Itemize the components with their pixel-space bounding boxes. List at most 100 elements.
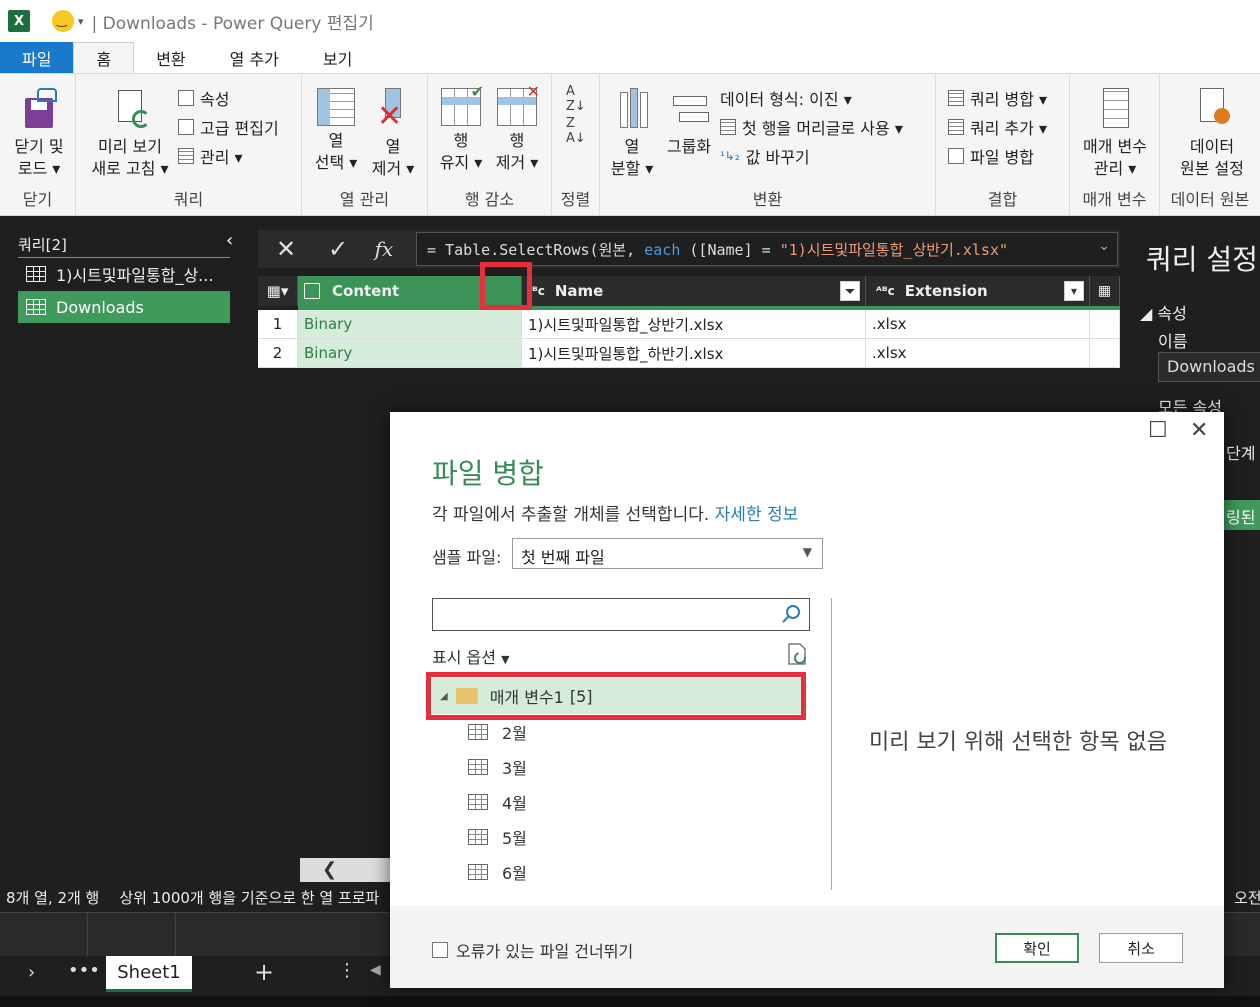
tab-transform[interactable]: 변환 — [134, 42, 207, 73]
column-header-name[interactable]: ᴮc Name ⏷ — [522, 276, 866, 306]
query-item-downloads[interactable]: Downloads — [18, 291, 230, 323]
remove-rows-icon: ✕ — [497, 82, 540, 126]
cell-extension[interactable]: .xlsx — [866, 310, 1090, 339]
sort-ascending-icon[interactable]: A Z↓ — [566, 84, 586, 114]
sheet-options-icon[interactable]: ⋮ — [338, 960, 356, 981]
queries-header: 쿼리[2] — [18, 234, 230, 258]
horizontal-scrollbar[interactable]: ❮ — [300, 858, 390, 882]
next-sheet-icon[interactable]: › — [28, 962, 35, 983]
append-queries-button[interactable]: 쿼리 추가 ▾ — [948, 115, 1047, 139]
replace-values-icon: ¹↳₂ — [720, 149, 740, 163]
cell-name[interactable]: 1)시트및파일통합_하반기.xlsx — [522, 339, 866, 368]
split-column-label: 열 — [624, 137, 640, 156]
row-number: 2 — [258, 339, 298, 368]
tree-item-sheet[interactable]: 2월 — [468, 717, 527, 747]
add-sheet-icon[interactable]: + — [254, 958, 274, 986]
tree-item-sheet[interactable]: 6월 — [468, 857, 527, 887]
use-first-row-headers-button[interactable]: 첫 행을 머리글로 사용 ▾ — [720, 115, 903, 139]
tree-item-sheet[interactable]: 5월 — [468, 822, 527, 852]
feedback-smiley-icon[interactable] — [52, 10, 74, 32]
formula-prefix: = Table.SelectRows(원본, — [427, 241, 645, 259]
fx-icon[interactable]: fx — [366, 234, 402, 264]
cell-extension[interactable]: .xlsx — [866, 339, 1090, 368]
properties-button[interactable]: 속성 — [178, 86, 229, 110]
formula-input[interactable]: = Table.SelectRows(원본, each ([Name] = "1… — [416, 232, 1118, 266]
scroll-left-icon[interactable]: ❮ — [322, 859, 337, 880]
group-reduce-rows: ✔ 행 유지 ▾ ✕ 행 제거 ▾ 행 감소 — [428, 74, 552, 216]
tree-item-sheet[interactable]: 3월 — [468, 752, 527, 782]
cell-name[interactable]: 1)시트및파일통합_상반기.xlsx — [522, 310, 866, 339]
merge-queries-button[interactable]: 쿼리 병합 ▾ — [948, 86, 1047, 110]
cancel-button[interactable]: 취소 — [1099, 933, 1183, 963]
applied-step-item[interactable]: 링된 — [1224, 500, 1260, 530]
data-type-button[interactable]: 데이터 형식: 이진 ▾ — [720, 86, 852, 110]
tab-view[interactable]: 보기 — [301, 42, 374, 73]
search-input[interactable] — [432, 598, 810, 631]
sheet-tab-sheet1[interactable]: Sheet1 — [106, 956, 192, 992]
tab-file[interactable]: 파일 — [0, 42, 74, 73]
more-sheets-icon[interactable]: ••• — [68, 960, 100, 981]
refresh-preview-button[interactable]: 미리 보기 새로 고침 ▾ — [82, 88, 178, 180]
keep-rows-button[interactable]: ✔ 행 유지 ▾ — [434, 82, 488, 174]
properties-section[interactable]: ◢ 속성 — [1140, 300, 1187, 324]
combine-files-button[interactable]: 파일 병합 — [948, 144, 1034, 168]
learn-more-link[interactable]: 자세한 정보 — [715, 505, 799, 525]
advanced-editor-label: 고급 편집기 — [200, 119, 279, 138]
cell-content[interactable]: Binary — [298, 310, 522, 339]
cancel-formula-icon[interactable]: ✕ — [268, 234, 304, 264]
replace-values-button[interactable]: ¹↳₂ 값 바꾸기 — [720, 144, 810, 168]
parameters-icon — [1095, 88, 1135, 132]
group-query: 미리 보기 새로 고침 ▾ 속성 고급 편집기 관리 ▾ 쿼리 — [76, 74, 302, 216]
replace-values-label: 값 바꾸기 — [745, 148, 810, 167]
tab-add-column[interactable]: 열 추가 — [208, 42, 301, 73]
column-settings-icon[interactable]: ▦ — [1090, 276, 1120, 306]
choose-columns-button[interactable]: 열 선택 ▾ — [310, 88, 362, 174]
query-item-sheets[interactable]: 1)시트및파일통합_상... — [18, 258, 230, 290]
column-header-label: Extension — [904, 282, 988, 300]
text-type-icon: ᴬᴮc — [876, 284, 895, 298]
split-column-button[interactable]: 열 분할 ▾ — [606, 88, 658, 180]
commit-formula-icon[interactable]: ✓ — [320, 234, 356, 264]
filter-icon[interactable]: ⏷ — [840, 281, 860, 301]
highlight-box — [426, 672, 806, 720]
skip-errors-checkbox[interactable]: 오류가 있는 파일 건너뛰기 — [432, 938, 633, 962]
close-icon[interactable]: ✕ — [1190, 418, 1208, 443]
sort-descending-icon[interactable]: Z A↓ — [566, 116, 586, 146]
query-name-input[interactable]: Downloads — [1158, 352, 1260, 382]
remove-columns-button[interactable]: ✕ 열 제거 ▾ — [366, 88, 420, 180]
display-options-button[interactable]: 표시 옵션 ▼ — [432, 644, 510, 668]
sample-file-label: 샘플 파일: — [432, 548, 502, 567]
column-header-extension[interactable]: ᴬᴮc Extension ▾ — [866, 276, 1090, 306]
manage-button[interactable]: 관리 ▾ — [178, 144, 243, 168]
status-column-row-count: 8개 열, 2개 행 — [6, 888, 100, 907]
ok-button[interactable]: 확인 — [995, 933, 1079, 963]
maximize-icon[interactable]: ☐ — [1148, 418, 1168, 443]
expand-formula-icon[interactable]: ⌄ — [1098, 238, 1110, 254]
formula-mid: ([Name] = — [680, 241, 780, 259]
collapse-pane-icon[interactable]: ‹ — [226, 230, 233, 251]
manage-icon — [178, 148, 194, 164]
checkbox-box[interactable] — [432, 942, 448, 958]
tab-home[interactable]: 홈 — [73, 42, 135, 73]
scroll-sheet-left-icon[interactable]: ◀ — [370, 962, 381, 978]
remove-columns-label: 열 — [385, 137, 401, 156]
group-close: 닫기 및 로드 ▾ 닫기 — [0, 74, 76, 216]
keep-rows-label: 행 — [453, 131, 469, 150]
dropdown-icon[interactable]: ▾ — [1064, 281, 1084, 301]
advanced-editor-button[interactable]: 고급 편집기 — [178, 115, 279, 139]
merge-queries-icon — [948, 90, 964, 106]
sheet-icon — [468, 759, 488, 775]
sample-file-select[interactable]: 첫 번째 파일 ▼ — [512, 538, 823, 569]
close-load-button[interactable]: 닫기 및 로드 ▾ — [6, 88, 72, 180]
group-by-button[interactable]: 그룹화 — [660, 88, 718, 158]
cell-content[interactable]: Binary — [298, 339, 522, 368]
manage-parameters-button[interactable]: 매개 변수 관리 ▾ — [1074, 88, 1156, 180]
qat-dropdown-icon[interactable]: ▾ — [78, 15, 84, 28]
refresh-icon[interactable] — [786, 642, 808, 666]
data-source-settings-button[interactable]: 데이터 원본 설정 — [1164, 88, 1260, 180]
table-menu-icon[interactable]: ▦▾ — [258, 276, 298, 306]
remove-rows-button[interactable]: ✕ 행 제거 ▾ — [490, 82, 544, 174]
sheet-icon — [468, 794, 488, 810]
save-close-icon — [19, 88, 59, 132]
tree-item-sheet[interactable]: 4월 — [468, 787, 527, 817]
